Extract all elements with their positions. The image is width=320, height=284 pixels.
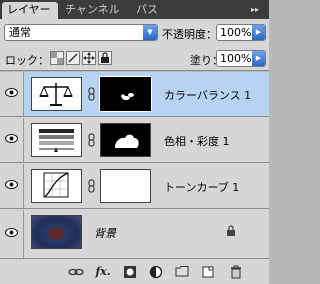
mask-icon <box>124 266 136 278</box>
opacity-label: 不透明度： <box>162 28 217 41</box>
lock-transparency-icon[interactable] <box>50 51 64 65</box>
new-page-icon <box>202 266 214 278</box>
layer-list: カラーバランス 1 色相・彩度 1 トーンカーブ 1 背景 <box>0 72 269 258</box>
layers-footer-toolbar: fx. <box>0 258 269 284</box>
tab-channels[interactable]: チャンネル <box>60 2 128 19</box>
opacity-value: 100% <box>220 26 252 39</box>
panel-menu-button[interactable]: ▸▸ <box>244 2 266 17</box>
mask-shape-icon <box>121 93 134 100</box>
new-layer-button[interactable] <box>200 265 216 279</box>
layer-row-curves[interactable]: トーンカーブ 1 <box>0 164 269 209</box>
layer-name[interactable]: トーンカーブ 1 <box>164 179 239 195</box>
fx-icon: fx. <box>95 265 111 278</box>
layer-name[interactable]: カラーバランス 1 <box>164 87 251 103</box>
padlock-icon <box>227 225 235 236</box>
tab-channels-label: チャンネル <box>65 3 120 16</box>
new-adjustment-layer-button[interactable] <box>148 265 164 279</box>
mask-shape-icon <box>115 134 139 148</box>
visibility-toggle[interactable] <box>0 118 24 162</box>
layer-mask-thumbnail[interactable] <box>100 169 151 203</box>
lock-image-pixels-icon[interactable] <box>66 51 80 65</box>
tab-paths[interactable]: パス <box>131 2 171 19</box>
eye-icon <box>5 134 18 143</box>
hue-saturation-icon <box>31 123 82 157</box>
layer-name[interactable]: 背景 <box>94 225 116 241</box>
new-group-button[interactable] <box>174 265 190 279</box>
eye-icon <box>5 88 18 97</box>
layer-row-color-balance[interactable]: カラーバランス 1 <box>0 72 269 117</box>
padlock-icon <box>101 52 109 63</box>
tab-layers[interactable]: レイヤー× <box>2 2 58 32</box>
visibility-toggle[interactable] <box>0 164 24 208</box>
fill-value: 100% <box>220 52 252 65</box>
chevron-right-icon[interactable]: ▶ <box>252 51 265 66</box>
layer-row-hue-saturation[interactable]: 色相・彩度 1 <box>0 118 269 163</box>
lock-all-icon[interactable] <box>98 51 112 65</box>
eye-icon <box>5 228 18 237</box>
blend-mode-select[interactable]: 通常 ▼ <box>4 24 158 41</box>
add-mask-button[interactable] <box>122 265 138 279</box>
link-layers-button[interactable] <box>68 265 84 279</box>
half-circle-icon <box>149 265 163 279</box>
layer-mask-thumbnail[interactable] <box>100 123 151 157</box>
hue-bars-icon <box>39 129 74 152</box>
lock-label: ロック： <box>5 54 49 67</box>
chevron-right-icon[interactable]: ▶ <box>252 25 265 40</box>
fill-field[interactable]: 100% ▶ <box>216 50 266 67</box>
move-icon <box>83 52 95 64</box>
tab-paths-label: パス <box>136 3 158 16</box>
layer-row-background[interactable]: 背景 <box>0 210 269 258</box>
opacity-field[interactable]: 100% ▶ <box>216 24 266 41</box>
curves-icon <box>31 169 82 203</box>
link-icon <box>68 268 84 276</box>
folder-icon <box>175 266 189 277</box>
layer-mask-thumbnail[interactable] <box>99 76 152 112</box>
chain-link-icon[interactable] <box>88 87 96 101</box>
background-thumbnail <box>31 215 82 249</box>
scale-icon <box>39 83 73 106</box>
chain-link-icon[interactable] <box>88 179 96 193</box>
tab-layers-label: レイヤー <box>7 3 51 16</box>
blend-mode-value: 通常 <box>9 26 31 39</box>
lock-position-icon[interactable] <box>82 51 96 65</box>
layer-name[interactable]: 色相・彩度 1 <box>164 133 230 149</box>
panel-tab-bar: レイヤー× チャンネル パス ▸▸ <box>0 0 269 32</box>
layer-options: 通常 ▼ 不透明度： 100% ▶ ロック： 塗り： 100% ▶ <box>0 19 269 71</box>
trash-icon <box>231 265 241 279</box>
brush-icon <box>68 53 78 63</box>
visibility-toggle[interactable] <box>0 210 24 258</box>
color-balance-icon <box>31 77 82 111</box>
visibility-toggle[interactable] <box>0 72 24 116</box>
chain-link-icon[interactable] <box>88 133 96 147</box>
chevron-down-icon: ▼ <box>143 25 157 40</box>
checker-icon <box>51 52 63 64</box>
curve-graph-icon <box>43 172 69 198</box>
delete-layer-button[interactable] <box>228 265 244 279</box>
eye-icon <box>5 180 18 189</box>
layer-style-button[interactable]: fx. <box>95 265 111 279</box>
